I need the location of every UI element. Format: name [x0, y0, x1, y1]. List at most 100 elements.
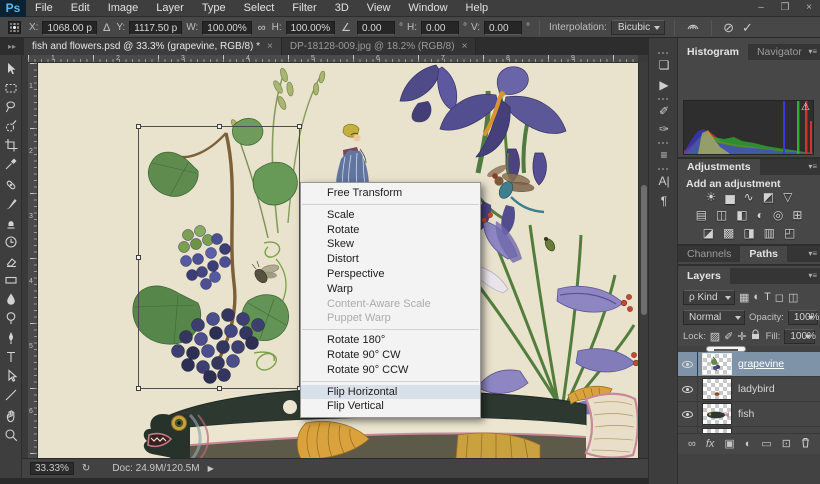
dodge-tool[interactable] [2, 309, 20, 326]
layer-style-icon[interactable]: fx [706, 438, 715, 450]
document-tab-active[interactable]: fish and flowers.psd @ 33.3% (grapevine,… [24, 38, 282, 55]
type-tool[interactable] [2, 348, 20, 365]
selective-color-icon[interactable]: ◰ [784, 226, 795, 240]
spot-healing-brush-tool[interactable] [2, 176, 20, 193]
layer-name[interactable]: fish [738, 408, 754, 420]
color-balance-icon[interactable]: ◫ [716, 208, 727, 222]
photo-filter-icon[interactable]: ◐ [757, 208, 764, 222]
reference-point-locator[interactable] [8, 21, 21, 34]
blur-tool[interactable] [2, 290, 20, 307]
link-dimensions-icon[interactable]: ∞ [256, 22, 268, 34]
menu-item-rotate[interactable]: Rotate [301, 223, 480, 238]
new-layer-icon[interactable]: ⊡ [782, 437, 791, 450]
menu-item-scale[interactable]: Scale [301, 208, 480, 223]
vskew-field[interactable]: 0.00 [484, 21, 522, 35]
posterize-icon[interactable]: ▩ [723, 226, 734, 240]
menu-select[interactable]: Select [235, 0, 284, 17]
dock-grip[interactable] [658, 52, 670, 54]
lasso-tool[interactable] [2, 98, 20, 115]
document-tab-inactive[interactable]: DP-18128-009.jpg @ 18.2% (RGB/8) × [282, 38, 477, 55]
tab-adjustments[interactable]: Adjustments [678, 159, 760, 175]
gradient-map-icon[interactable]: ▥ [764, 226, 775, 240]
menu-file[interactable]: File [26, 0, 62, 17]
interpolation-select[interactable]: Bicubic [611, 20, 665, 35]
tab-paths[interactable]: Paths [740, 246, 787, 262]
cancel-transform-icon[interactable]: ⊘ [721, 20, 736, 36]
history-panel-icon[interactable]: ❏ [649, 58, 679, 72]
dock-grip[interactable] [658, 168, 670, 170]
menu-help[interactable]: Help [457, 0, 498, 17]
layer-thumbnail[interactable] [702, 378, 732, 400]
menu-item-warp[interactable]: Warp [301, 282, 480, 297]
layer-name[interactable]: ladybird [738, 383, 775, 395]
layer-row-grapevine[interactable]: grapevine [678, 352, 820, 377]
threshold-icon[interactable]: ◨ [743, 226, 754, 240]
tab-navigator[interactable]: Navigator [748, 44, 811, 60]
tab-close-icon[interactable]: × [267, 38, 273, 55]
menu-layer[interactable]: Layer [147, 0, 193, 17]
link-layers-icon[interactable]: ∞ [688, 438, 696, 450]
height-field[interactable]: 100.00% [286, 21, 335, 35]
menu-item-rotate-180[interactable]: Rotate 180° [301, 333, 480, 348]
history-brush-tool[interactable] [2, 233, 20, 250]
panel-menu-icon[interactable]: ▾≡ [808, 159, 817, 175]
filter-type-layers-icon[interactable]: T [764, 291, 771, 303]
move-tool[interactable] [2, 60, 20, 77]
visibility-toggle[interactable] [678, 352, 698, 377]
brightness-contrast-icon[interactable]: ☀ [706, 190, 717, 204]
layer-thumbnail[interactable] [702, 353, 732, 375]
menu-3d[interactable]: 3D [326, 0, 358, 17]
lock-pixels-icon[interactable]: ✐ [724, 330, 733, 343]
layer-row-fish[interactable]: fish [678, 402, 820, 427]
filter-smart-objects-icon[interactable]: ◫ [788, 291, 798, 304]
menu-item-rotate-90-cw[interactable]: Rotate 90° CW [301, 348, 480, 363]
add-layer-mask-icon[interactable]: ▣ [724, 437, 734, 450]
brush-settings-panel-icon[interactable]: ✐ [649, 104, 679, 118]
vibrance-icon[interactable]: ▽ [783, 190, 792, 204]
menu-item-perspective[interactable]: Perspective [301, 267, 480, 282]
black-white-icon[interactable]: ◧ [736, 208, 747, 222]
eraser-tool[interactable] [2, 252, 20, 269]
uncached-data-warning-icon[interactable]: ⚠ [801, 102, 810, 113]
status-refresh-icon[interactable]: ↻ [82, 463, 90, 474]
gradient-tool[interactable] [2, 271, 20, 288]
restore-icon[interactable]: ❐ [778, 0, 792, 16]
dock-grip[interactable] [658, 98, 670, 100]
delete-layer-icon[interactable] [801, 437, 810, 451]
invert-icon[interactable]: ◪ [703, 226, 714, 240]
menu-image[interactable]: Image [99, 0, 148, 17]
menu-item-distort[interactable]: Distort [301, 252, 480, 267]
eyedropper-tool[interactable] [2, 155, 20, 172]
panel-menu-icon[interactable]: ▾≡ [808, 268, 817, 284]
transform-handle-bottom-left[interactable] [136, 386, 141, 391]
filter-kind-select[interactable]: ρ Kind [683, 290, 735, 305]
color-lookup-icon[interactable]: ⊞ [792, 208, 802, 222]
transform-handle-bottom-center[interactable] [217, 386, 222, 391]
hskew-field[interactable]: 0.00 [421, 21, 459, 35]
menu-filter[interactable]: Filter [283, 0, 325, 17]
filter-pixel-layers-icon[interactable]: ▦ [739, 291, 749, 304]
lock-transparency-icon[interactable]: ▨ [710, 330, 720, 343]
x-position-field[interactable]: 1068.00 p [42, 21, 97, 35]
new-adjustment-layer-icon[interactable]: ◐ [745, 438, 752, 450]
hue-saturation-icon[interactable]: ▤ [696, 208, 707, 222]
visibility-toggle[interactable] [678, 402, 698, 427]
visibility-toggle[interactable] [678, 377, 698, 402]
transform-handle-top-left[interactable] [136, 124, 141, 129]
filter-shape-layers-icon[interactable]: ◻ [775, 291, 784, 304]
menu-item-rotate-90-ccw[interactable]: Rotate 90° CCW [301, 363, 480, 378]
line-tool[interactable] [2, 386, 20, 403]
relative-position-icon[interactable]: Δ [101, 22, 112, 34]
warp-mode-icon[interactable] [684, 20, 702, 35]
transform-handle-top-center[interactable] [217, 124, 222, 129]
panel-menu-icon[interactable]: ▾≡ [808, 44, 817, 60]
clone-stamp-tool[interactable] [2, 214, 20, 231]
zoom-level-field[interactable]: 33.33% [30, 462, 74, 475]
tab-histogram[interactable]: Histogram [678, 44, 748, 60]
new-group-icon[interactable]: ▭ [761, 437, 771, 450]
menu-type[interactable]: Type [193, 0, 235, 17]
path-selection-tool[interactable] [2, 367, 20, 384]
clone-source-panel-icon[interactable]: ✑ [649, 122, 679, 136]
transform-handle-middle-left[interactable] [136, 255, 141, 260]
zoom-tool[interactable] [2, 426, 20, 443]
